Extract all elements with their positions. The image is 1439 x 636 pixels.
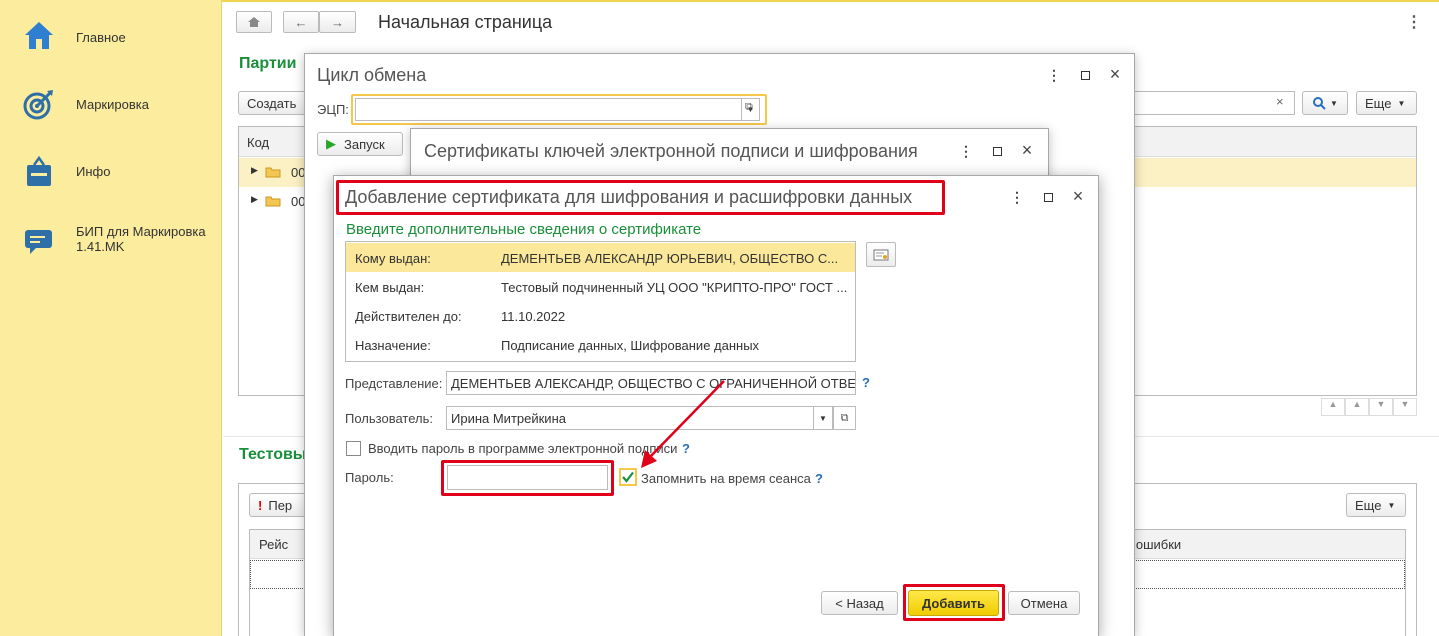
- more-button-label: Еще: [1355, 497, 1382, 513]
- scroll-top-icon[interactable]: ▲: [1321, 398, 1345, 416]
- folder-icon: [265, 196, 281, 207]
- perf-button[interactable]: ! Пер: [249, 493, 309, 517]
- more-vertical-icon[interactable]: ⋮: [1046, 67, 1062, 83]
- cert-key: Действителен до:: [355, 309, 462, 324]
- dialog-title: Добавление сертификата для шифрования и …: [345, 187, 913, 207]
- enter-password-checkbox[interactable]: [346, 441, 361, 456]
- password-input[interactable]: [447, 465, 608, 490]
- back-button[interactable]: < Назад: [821, 591, 898, 615]
- sidebar-item-marking[interactable]: Маркировка: [0, 81, 222, 131]
- sidebar-item-info[interactable]: Инфо: [0, 148, 222, 198]
- exclamation-icon: !: [258, 497, 263, 513]
- create-button[interactable]: Создать: [238, 91, 308, 115]
- close-icon[interactable]: ×: [1019, 140, 1035, 160]
- back-nav-button[interactable]: ←: [283, 11, 319, 33]
- maximize-icon[interactable]: [1040, 189, 1056, 205]
- more-vertical-icon[interactable]: ⋮: [1009, 189, 1025, 205]
- scroll-down-icon[interactable]: ▼: [1369, 398, 1393, 416]
- clear-icon[interactable]: ×: [1276, 94, 1284, 109]
- more-vertical-icon[interactable]: ⋮: [1406, 12, 1422, 32]
- user-dropdown-button[interactable]: ▼: [813, 406, 833, 430]
- table-row[interactable]: Назначение: Подписание данных, Шифровани…: [346, 330, 855, 359]
- search-input[interactable]: [1133, 91, 1295, 115]
- sidebar-item-label: Инфо: [76, 164, 111, 179]
- table-row[interactable]: Действителен до: 11.10.2022: [346, 301, 855, 330]
- cert-value: ДЕМЕНТЬЕВ АЛЕКСАНДР ЮРЬЕВИЧ, ОБЩЕСТВО С.…: [501, 251, 839, 266]
- more-button-label: Еще: [1365, 95, 1392, 111]
- sidebar-item-label: БИП для Маркировка 1.41.MK: [76, 224, 206, 254]
- run-button[interactable]: ▶ Запуск: [317, 132, 403, 156]
- cert-value: Тестовый подчиненный УЦ ООО "КРИПТО-ПРО"…: [501, 280, 848, 295]
- chevron-down-icon: ▼: [1397, 98, 1406, 108]
- cert-key: Кому выдан:: [355, 251, 431, 266]
- representation-label: Представление:: [345, 376, 443, 391]
- section-title-batches: Партии: [239, 55, 297, 72]
- certificate-icon: [873, 249, 889, 260]
- chevron-down-icon: ▼: [1330, 98, 1338, 108]
- arrow-right-icon: →: [331, 14, 344, 30]
- target-icon: [23, 90, 53, 120]
- column-header-code: Код: [247, 135, 270, 150]
- section-title-tests: Тестовы: [239, 446, 307, 463]
- scroll-bottom-icon[interactable]: ▼: [1393, 398, 1417, 416]
- play-icon: ▶: [326, 136, 336, 151]
- close-icon[interactable]: ×: [1107, 64, 1123, 84]
- open-icon[interactable]: ⧉: [745, 101, 753, 114]
- forward-nav-button[interactable]: →: [319, 11, 356, 33]
- add-button[interactable]: Добавить: [908, 590, 999, 616]
- column-header-reys: Рейс: [259, 537, 289, 552]
- sidebar-item-label: Маркировка: [76, 97, 149, 112]
- user-label: Пользователь:: [345, 411, 433, 426]
- user-open-button[interactable]: ⧉: [833, 406, 856, 430]
- run-button-label: Запуск: [344, 136, 385, 152]
- add-certificate-dialog: Добавление сертификата для шифрования и …: [333, 175, 1099, 636]
- table-scroll-controls: ▲ ▲ ▼ ▼: [1321, 398, 1417, 416]
- cert-value: 11.10.2022: [501, 309, 566, 324]
- window-title: Сертификаты ключей электронной подписи и…: [424, 141, 918, 161]
- ecp-input[interactable]: [355, 98, 742, 121]
- cert-key: Кем выдан:: [355, 280, 425, 295]
- chevron-down-icon: ▼: [819, 413, 827, 423]
- perf-button-label: Пер: [268, 497, 293, 513]
- expand-icon[interactable]: ▶: [251, 165, 258, 176]
- password-label: Пароль:: [345, 470, 394, 485]
- cancel-button[interactable]: Отмена: [1008, 591, 1080, 615]
- arrow-left-icon: ←: [294, 14, 308, 30]
- sidebar: Главное Маркировка Инфо БИП для Маркиров…: [0, 0, 222, 636]
- home-small-icon: [248, 17, 260, 27]
- annotation-arrow-icon: [641, 380, 725, 468]
- sidebar-item-bip[interactable]: БИП для Маркировка 1.41.MK: [0, 216, 222, 266]
- chevron-down-icon: ▼: [1387, 500, 1396, 510]
- bag-icon: [27, 155, 51, 186]
- show-certificate-button[interactable]: [866, 242, 896, 267]
- scroll-up-icon[interactable]: ▲: [1345, 398, 1369, 416]
- folder-icon: [265, 167, 281, 178]
- table-row[interactable]: Кем выдан: Тестовый подчиненный УЦ ООО "…: [346, 272, 855, 301]
- more-vertical-icon[interactable]: ⋮: [958, 143, 974, 159]
- dialog-subtitle: Введите дополнительные сведения о сертиф…: [346, 221, 702, 238]
- table-row[interactable]: Кому выдан: ДЕМЕНТЬЕВ АЛЕКСАНДР ЮРЬЕВИЧ,…: [346, 243, 855, 272]
- home-icon: [25, 22, 53, 49]
- maximize-icon[interactable]: [989, 143, 1005, 159]
- ecp-label: ЭЦП:: [317, 102, 349, 117]
- sidebar-item-label: Главное: [76, 30, 126, 45]
- cert-key: Назначение:: [355, 338, 431, 353]
- search-icon: [1313, 97, 1326, 110]
- search-button[interactable]: ▼: [1302, 91, 1348, 115]
- window-title: Цикл обмена: [317, 65, 427, 85]
- cert-value: Подписание данных, Шифрование данных: [501, 338, 760, 353]
- more-button-2[interactable]: Еще ▼: [1346, 493, 1406, 517]
- home-nav-button[interactable]: [236, 11, 272, 33]
- help-icon[interactable]: ?: [815, 471, 823, 486]
- help-icon[interactable]: ?: [862, 375, 870, 390]
- sidebar-item-main[interactable]: Главное: [0, 14, 222, 64]
- page-title: Начальная страница: [378, 12, 553, 32]
- open-icon: ⧉: [840, 411, 849, 424]
- more-button[interactable]: Еще ▼: [1356, 91, 1417, 115]
- maximize-icon[interactable]: [1077, 67, 1093, 83]
- expand-icon[interactable]: ▶: [251, 194, 258, 205]
- certificate-details-table: Кому выдан: ДЕМЕНТЬЕВ АЛЕКСАНДР ЮРЬЕВИЧ,…: [345, 241, 856, 362]
- close-icon[interactable]: ×: [1070, 186, 1086, 206]
- chat-icon: [25, 230, 52, 254]
